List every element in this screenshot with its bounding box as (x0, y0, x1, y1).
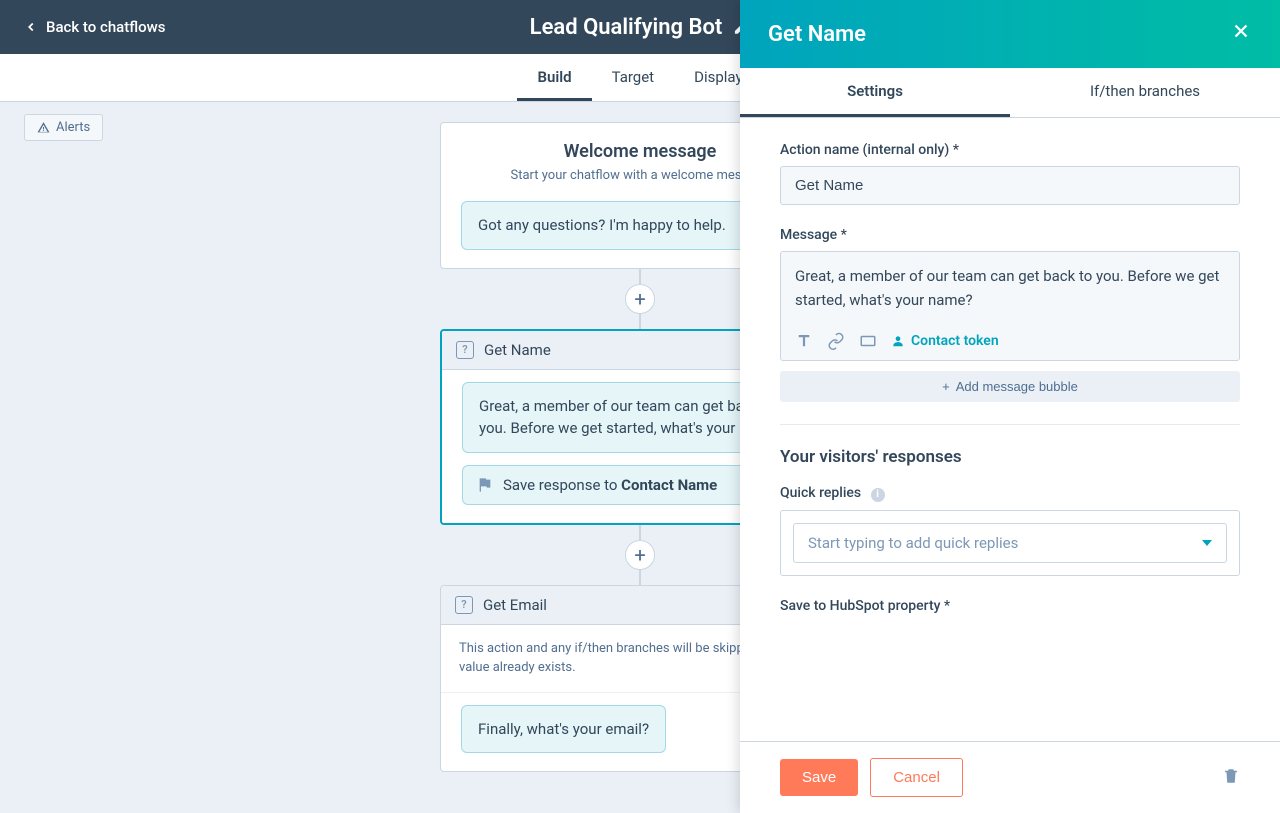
text-format-icon[interactable] (795, 332, 813, 350)
message-field: Message * Great, a member of our team ca… (780, 227, 1240, 402)
message-label: Message * (780, 227, 1240, 243)
message-box: Great, a member of our team can get back… (780, 251, 1240, 361)
responses-section-title: Your visitors' responses (780, 447, 1240, 467)
cancel-button[interactable]: Cancel (870, 758, 963, 797)
tab-target[interactable]: Target (592, 56, 675, 101)
contact-token-button[interactable]: Contact token (891, 333, 999, 349)
media-icon[interactable] (859, 332, 877, 350)
panel-header: Get Name (740, 0, 1280, 68)
close-icon[interactable] (1230, 20, 1252, 48)
caret-down-icon (1202, 540, 1212, 546)
back-to-chatflows[interactable]: Back to chatflows (24, 18, 166, 36)
delete-button[interactable] (1222, 767, 1240, 789)
save-button[interactable]: Save (780, 759, 858, 796)
quick-replies-label: Quick replies i (780, 485, 1240, 502)
add-step-button[interactable]: + (625, 540, 655, 570)
page-title: Lead Qualifying Bot (530, 15, 751, 40)
plus-icon: + (942, 379, 950, 394)
panel-tabs: Settings If/then branches (740, 68, 1280, 118)
flag-icon (477, 477, 493, 493)
message-toolbar: Contact token (781, 324, 1239, 360)
side-panel: Get Name Settings If/then branches Actio… (740, 0, 1280, 813)
quick-replies-field: Quick replies i Start typing to add quic… (780, 485, 1240, 576)
get-email-bubble: Finally, what's your email? (461, 705, 666, 754)
question-icon: ? (456, 341, 474, 359)
alerts-button[interactable]: Alerts (24, 114, 103, 141)
person-icon (891, 334, 905, 348)
get-name-title: Get Name (484, 341, 551, 359)
tab-build[interactable]: Build (517, 56, 591, 101)
quick-replies-select[interactable]: Start typing to add quick replies (793, 523, 1227, 563)
panel-body: Action name (internal only) * Message * … (740, 118, 1280, 741)
trash-icon (1222, 767, 1240, 785)
get-email-title: Get Email (483, 596, 547, 614)
add-step-button[interactable]: + (625, 284, 655, 314)
warning-icon (37, 121, 50, 134)
panel-footer: Save Cancel (740, 741, 1280, 813)
add-message-bubble-button[interactable]: + Add message bubble (780, 371, 1240, 402)
info-icon[interactable]: i (871, 488, 885, 502)
action-name-input[interactable] (780, 166, 1240, 205)
message-input[interactable]: Great, a member of our team can get back… (781, 252, 1239, 324)
back-label: Back to chatflows (46, 18, 166, 36)
panel-tab-branches[interactable]: If/then branches (1010, 68, 1280, 117)
action-name-field: Action name (internal only) * (780, 142, 1240, 205)
action-name-label: Action name (internal only) * (780, 142, 1240, 158)
save-property-field: Save to HubSpot property * (780, 598, 1240, 614)
chevron-left-icon (24, 20, 38, 34)
question-icon: ? (455, 596, 473, 614)
link-icon[interactable] (827, 332, 845, 350)
save-property-label: Save to HubSpot property * (780, 598, 1240, 614)
panel-tab-settings[interactable]: Settings (740, 68, 1010, 117)
panel-title: Get Name (768, 22, 866, 47)
divider (780, 424, 1240, 425)
